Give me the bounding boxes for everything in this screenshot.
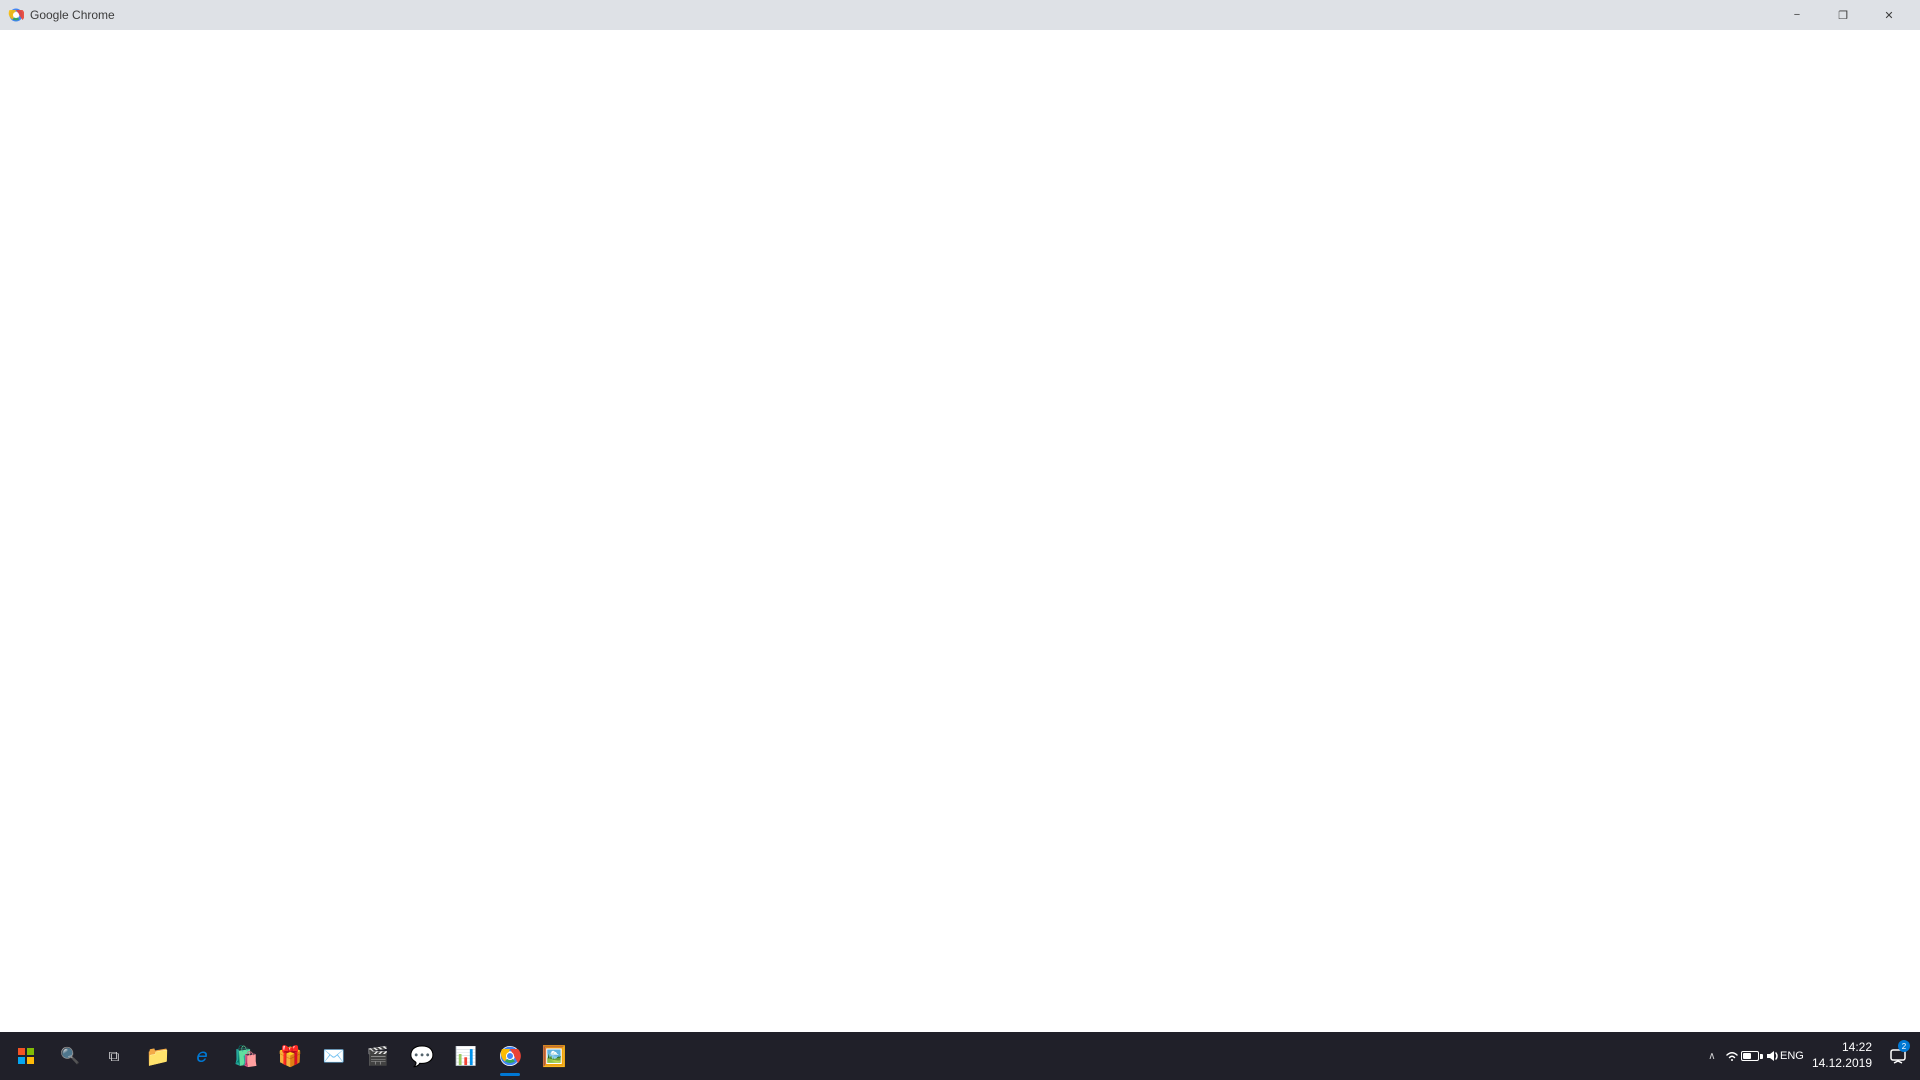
mail-icon: ✉️ — [323, 1046, 345, 1067]
taskbar-gift-button[interactable]: 🎁 — [268, 1034, 312, 1078]
windows-logo-icon — [18, 1048, 34, 1064]
minimize-button[interactable]: − — [1774, 0, 1820, 30]
taskbar-fileexplorer-button[interactable]: 📁 — [136, 1034, 180, 1078]
store-icon: 🛍️ — [234, 1044, 259, 1069]
chrome-taskbar-icon — [498, 1044, 522, 1068]
powerpoint-icon: 📊 — [455, 1046, 477, 1067]
close-button[interactable]: ✕ — [1866, 0, 1912, 30]
win-logo-red — [18, 1048, 25, 1055]
search-icon: 🔍 — [60, 1046, 80, 1066]
title-bar-left: Google Chrome — [8, 7, 115, 23]
window-controls: − ❐ ✕ — [1774, 0, 1912, 30]
media-player-icon: 🎬 — [367, 1046, 389, 1067]
tray-language-button[interactable]: ENG — [1784, 1048, 1800, 1064]
tray-overflow-button[interactable]: ∧ — [1704, 1048, 1720, 1064]
window-title: Google Chrome — [30, 8, 115, 22]
taskbar-files-button[interactable]: 🖼️ — [532, 1034, 576, 1078]
taskbar-powerpoint-button[interactable]: 📊 — [444, 1034, 488, 1078]
taskbar-mediaplayer-button[interactable]: 🎬 — [356, 1034, 400, 1078]
files-icon: 🖼️ — [542, 1044, 567, 1069]
tray-battery-button[interactable] — [1744, 1048, 1760, 1064]
taskbar-search-button[interactable]: 🔍 — [48, 1034, 92, 1078]
taskbar-clock[interactable]: 14:22 14.12.2019 — [1804, 1040, 1880, 1071]
notification-center-button[interactable]: 2 — [1884, 1034, 1912, 1078]
edge-icon: 𝑒 — [197, 1045, 208, 1068]
taskbar-taskview-button[interactable]: ⧉ — [92, 1034, 136, 1078]
taskbar: 🔍 ⧉ 📁 𝑒 🛍️ 🎁 ✉️ 🎬 💬 📊 — [0, 1032, 1920, 1080]
title-bar: Google Chrome − ❐ ✕ — [0, 0, 1920, 30]
language-label: ENG — [1780, 1050, 1804, 1062]
volume-icon — [1764, 1048, 1780, 1064]
notification-badge: 2 — [1898, 1040, 1910, 1052]
taskbar-store-button[interactable]: 🛍️ — [224, 1034, 268, 1078]
tray-wifi-icon[interactable] — [1724, 1048, 1740, 1064]
wifi-signal-icon — [1724, 1048, 1740, 1064]
file-explorer-icon: 📁 — [146, 1044, 171, 1069]
taskbar-whatsapp-button[interactable]: 💬 — [400, 1034, 444, 1078]
win-logo-green — [27, 1048, 34, 1055]
restore-button[interactable]: ❐ — [1820, 0, 1866, 30]
clock-time-display: 14:22 — [1842, 1040, 1872, 1056]
battery-status-icon — [1741, 1051, 1763, 1061]
win-logo-yellow — [27, 1057, 34, 1064]
win-logo-blue — [18, 1057, 25, 1064]
gift-icon: 🎁 — [278, 1044, 303, 1069]
start-button[interactable] — [4, 1034, 48, 1078]
taskbar-edge-button[interactable]: 𝑒 — [180, 1034, 224, 1078]
browser-content-area — [0, 30, 1920, 1032]
clock-date-display: 14.12.2019 — [1812, 1056, 1872, 1072]
system-tray: ∧ ENG — [1704, 1034, 1916, 1078]
tray-volume-button[interactable] — [1764, 1048, 1780, 1064]
taskview-icon: ⧉ — [109, 1048, 120, 1065]
taskbar-mail-button[interactable]: ✉️ — [312, 1034, 356, 1078]
whatsapp-icon: 💬 — [410, 1044, 435, 1069]
chrome-logo-icon — [8, 7, 24, 23]
taskbar-chrome-button[interactable] — [488, 1034, 532, 1078]
